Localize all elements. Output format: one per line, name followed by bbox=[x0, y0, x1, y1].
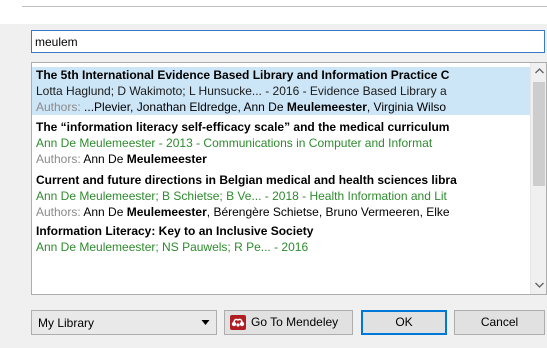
triangle-down-icon bbox=[201, 315, 210, 332]
authors-text-rest: , Virginia Wilso bbox=[366, 100, 447, 114]
authors-label: Authors: bbox=[36, 100, 81, 114]
result-item[interactable]: Information Literacy: Key to an Inclusiv… bbox=[32, 223, 530, 257]
result-meta: Lotta Haglund; D Wakimoto; L Hunsucke...… bbox=[36, 84, 447, 98]
result-meta: Ann De Meulemeester; B Schietse; B Ve...… bbox=[36, 189, 447, 203]
result-authors: Authors: Ann De Meulemeester bbox=[36, 151, 526, 167]
authors-label: Authors: bbox=[36, 152, 81, 166]
result-meta: Ann De Meulemeester - 2013 - Communicati… bbox=[36, 136, 433, 150]
search-input[interactable] bbox=[32, 31, 544, 52]
result-item[interactable]: Current and future directions in Belgian… bbox=[32, 172, 530, 220]
authors-text: Ann De bbox=[80, 152, 127, 166]
authors-match: Meulemeester bbox=[286, 100, 367, 114]
search-box[interactable] bbox=[31, 30, 545, 53]
result-title: Information Literacy: Key to an Inclusiv… bbox=[36, 224, 314, 238]
authors-match: Meulemeester bbox=[126, 205, 207, 219]
result-meta: Ann De Meulemeester; NS Pauwels; R Pe...… bbox=[36, 240, 309, 254]
go-to-mendeley-button[interactable]: Go To Mendeley bbox=[224, 310, 353, 335]
scrollbar-thumb[interactable] bbox=[533, 82, 545, 186]
result-title: The “information literacy self-efficacy … bbox=[36, 120, 450, 134]
reference-search-dialog: The 5th International Evidence Based Lib… bbox=[0, 0, 547, 348]
result-item[interactable]: The “information literacy self-efficacy … bbox=[32, 119, 530, 167]
dialog-top-area bbox=[0, 0, 547, 24]
authors-label: Authors: bbox=[36, 205, 81, 219]
results-scrollbar[interactable] bbox=[530, 63, 546, 294]
mendeley-logo-icon bbox=[230, 315, 246, 330]
authors-text: Ann De bbox=[80, 205, 127, 219]
results-list: The 5th International Evidence Based Lib… bbox=[31, 62, 547, 295]
result-authors: Authors: ...Plevier, Jonathan Eldredge, … bbox=[36, 99, 526, 115]
authors-text: ...Plevier, Jonathan Eldredge, Ann De bbox=[80, 100, 287, 114]
result-authors: Authors: Ann De Meulemeester, Bérengère … bbox=[36, 204, 526, 220]
chevron-down-icon[interactable] bbox=[531, 277, 546, 294]
result-title: Current and future directions in Belgian… bbox=[36, 173, 457, 187]
authors-text-rest: , Bérengère Schietse, Bruno Vermeeren, E… bbox=[206, 205, 450, 219]
ok-button[interactable]: OK bbox=[361, 310, 447, 335]
library-select-value: My Library bbox=[38, 316, 95, 330]
chevron-up-icon[interactable] bbox=[531, 63, 546, 80]
mendeley-button-label: Go To Mendeley bbox=[251, 315, 339, 329]
cancel-button[interactable]: Cancel bbox=[454, 310, 545, 335]
library-select[interactable]: My Library bbox=[31, 310, 217, 335]
divider bbox=[22, 6, 547, 7]
result-title: The 5th International Evidence Based Lib… bbox=[36, 68, 450, 82]
result-item[interactable]: The 5th International Evidence Based Lib… bbox=[32, 67, 530, 115]
authors-match: Meulemeester bbox=[126, 152, 207, 166]
results-items: The 5th International Evidence Based Lib… bbox=[32, 63, 530, 294]
